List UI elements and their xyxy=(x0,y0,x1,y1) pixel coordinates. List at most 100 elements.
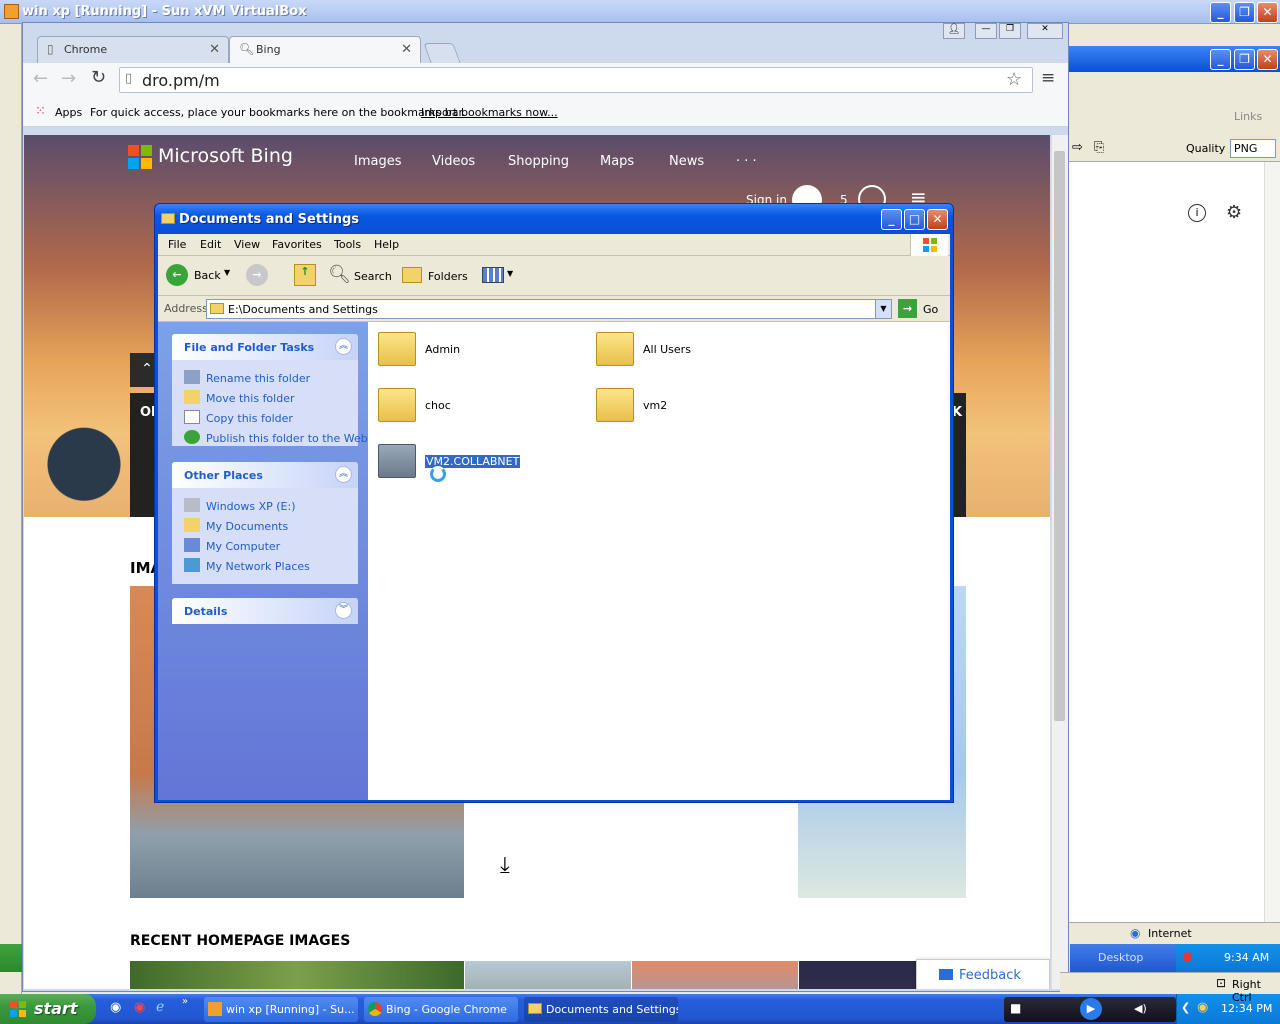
apps-icon[interactable]: ⁙ xyxy=(35,104,46,119)
menu-edit[interactable]: Edit xyxy=(200,238,221,251)
nav-maps[interactable]: Maps xyxy=(600,154,634,169)
panel-header[interactable]: Other Places ︽ xyxy=(172,462,358,488)
reload-icon[interactable]: ↻ xyxy=(91,67,106,88)
apps-label[interactable]: Apps xyxy=(55,106,82,119)
place-windows-xp-drive[interactable]: Windows XP (E:) xyxy=(184,498,296,513)
nav-images[interactable]: Images xyxy=(354,154,402,169)
vertical-scrollbar[interactable] xyxy=(1264,162,1280,922)
recent-image-forest[interactable] xyxy=(130,961,464,989)
show-desktop-icon[interactable]: ◉ xyxy=(110,1000,121,1015)
feedback-button[interactable]: Feedback xyxy=(916,959,1050,989)
back-button[interactable]: ← Back ▼ xyxy=(166,264,236,288)
nav-videos[interactable]: Videos xyxy=(432,154,475,169)
back-icon[interactable]: ← xyxy=(33,68,48,89)
restore-icon[interactable]: ❐ xyxy=(1234,49,1255,70)
address-label: Address xyxy=(164,302,208,315)
bing-brand[interactable]: Microsoft Bing xyxy=(158,145,293,167)
chevron-right-icon[interactable]: » xyxy=(182,996,188,1007)
nav-shopping[interactable]: Shopping xyxy=(508,154,569,169)
folder-admin[interactable]: Admin xyxy=(378,332,558,372)
go-button[interactable]: → Go xyxy=(898,299,942,319)
menu-tools[interactable]: Tools xyxy=(334,238,361,251)
restore-icon[interactable]: ❐ xyxy=(1234,2,1255,23)
maximize-icon[interactable]: □ xyxy=(904,209,925,230)
task-move-folder[interactable]: Move this folder xyxy=(184,390,295,405)
close-icon[interactable]: ✕ xyxy=(1257,49,1278,70)
chevron-down-icon[interactable]: ︾ xyxy=(335,602,352,619)
chevron-up-icon[interactable]: ︽ xyxy=(335,466,352,483)
place-my-documents[interactable]: My Documents xyxy=(184,518,288,533)
scrollbar-thumb[interactable] xyxy=(1054,151,1065,721)
task-publish-folder[interactable]: Publish this folder to the Web xyxy=(184,430,368,444)
close-icon[interactable]: ✕ xyxy=(927,209,948,230)
folders-button[interactable]: Folders xyxy=(402,264,472,288)
restore-icon[interactable]: ❐ xyxy=(999,23,1021,39)
download-icon[interactable]: ⤓ xyxy=(500,853,510,878)
close-tab-icon[interactable]: ✕ xyxy=(401,42,412,57)
task-copy-folder[interactable]: Copy this folder xyxy=(184,410,293,425)
ie-quicklaunch-icon[interactable]: ℯ xyxy=(156,999,164,1015)
close-icon[interactable]: ✕ xyxy=(1257,2,1278,23)
chevron-left-icon[interactable]: ❮ xyxy=(1181,1001,1190,1014)
star-icon[interactable]: ☆ xyxy=(1006,69,1022,90)
folder-vm2-collabnet[interactable]: VM2.COLLABNET xyxy=(378,444,558,484)
taskbar-item-virtualbox[interactable]: win xp [Running] - Su... xyxy=(204,997,358,1022)
desktop-toolbar-label[interactable]: Desktop xyxy=(1098,951,1143,964)
quality-select[interactable]: PNG xyxy=(1230,139,1276,158)
info-icon[interactable]: i xyxy=(1188,204,1206,222)
address-bar[interactable]: ▯ dro.pm/m ☆ xyxy=(119,67,1033,93)
taskbar-item-chrome[interactable]: Bing - Google Chrome xyxy=(364,997,518,1022)
views-button[interactable]: ▼ xyxy=(482,265,516,287)
menu-favorites[interactable]: Favorites xyxy=(272,238,322,251)
volume-icon[interactable]: ◀) xyxy=(1134,1002,1147,1015)
taskbar-item-explorer[interactable]: Documents and Settings xyxy=(524,997,678,1022)
links-label[interactable]: Links xyxy=(1234,110,1262,123)
address-input[interactable]: E:\Documents and Settings ▼ xyxy=(206,299,892,319)
dropdown-icon[interactable]: ▼ xyxy=(875,300,891,318)
start-button[interactable]: start xyxy=(0,994,96,1024)
recent-image-sheep[interactable] xyxy=(465,961,631,989)
panel-header[interactable]: Details ︾ xyxy=(172,598,358,624)
profile-icon[interactable]: 👤︎ xyxy=(943,23,965,39)
task-rename-folder[interactable]: Rename this folder xyxy=(184,370,310,385)
nav-more[interactable]: · · · xyxy=(736,154,757,169)
tab-bing[interactable]: 🔍︎ Bing ✕ xyxy=(229,36,421,63)
folder-all-users[interactable]: All Users xyxy=(596,332,776,372)
search-button[interactable]: 🔍︎ Search xyxy=(328,264,392,288)
close-icon[interactable]: ✕ xyxy=(1027,23,1063,39)
chevron-up-icon[interactable]: ︽ xyxy=(335,338,352,355)
menu-view[interactable]: View xyxy=(234,238,260,251)
dropdown-icon[interactable]: ▼ xyxy=(224,268,230,277)
address-value: E:\Documents and Settings xyxy=(228,303,378,316)
forward-icon[interactable]: → xyxy=(61,68,76,89)
bookmark-icon[interactable]: ⎘ xyxy=(1094,140,1104,155)
tab-chrome[interactable]: ▯ Chrome ✕ xyxy=(37,36,229,63)
recent-image-sunset[interactable] xyxy=(632,961,798,989)
chrome-quicklaunch-icon[interactable]: ◉ xyxy=(134,1000,145,1015)
play-icon[interactable]: ▶ xyxy=(1080,998,1102,1020)
forward-arrow-icon[interactable]: → xyxy=(246,264,268,286)
menu-icon[interactable]: ≡ xyxy=(1041,68,1055,88)
gear-icon[interactable]: ⚙ xyxy=(1226,202,1242,223)
views-icon xyxy=(482,267,504,283)
minimize-icon[interactable]: — xyxy=(975,23,997,39)
new-tab-button[interactable] xyxy=(423,43,461,63)
minimize-icon[interactable]: _ xyxy=(1210,2,1231,23)
place-my-computer[interactable]: My Computer xyxy=(184,538,280,553)
place-my-network-places[interactable]: My Network Places xyxy=(184,558,310,573)
minimize-icon[interactable]: _ xyxy=(1210,49,1231,70)
up-folder-icon[interactable]: ↑ xyxy=(294,264,316,286)
menu-help[interactable]: Help xyxy=(374,238,399,251)
import-bookmarks-link[interactable]: Import bookmarks now... xyxy=(421,106,558,119)
panel-header[interactable]: File and Folder Tasks ︽ xyxy=(172,334,358,360)
nav-news[interactable]: News xyxy=(669,154,704,169)
forward-icon[interactable]: ⇨ xyxy=(1072,140,1083,155)
folder-vm2[interactable]: vm2 xyxy=(596,388,776,428)
task-pane: File and Folder Tasks ︽ Rename this fold… xyxy=(158,322,368,800)
menu-file[interactable]: File xyxy=(168,238,186,251)
minimize-icon[interactable]: _ xyxy=(881,209,902,230)
page-scrollbar[interactable] xyxy=(1051,135,1068,989)
stop-icon[interactable]: ■ xyxy=(1010,1001,1021,1015)
close-tab-icon[interactable]: ✕ xyxy=(209,42,220,57)
folder-choc[interactable]: choc xyxy=(378,388,558,428)
